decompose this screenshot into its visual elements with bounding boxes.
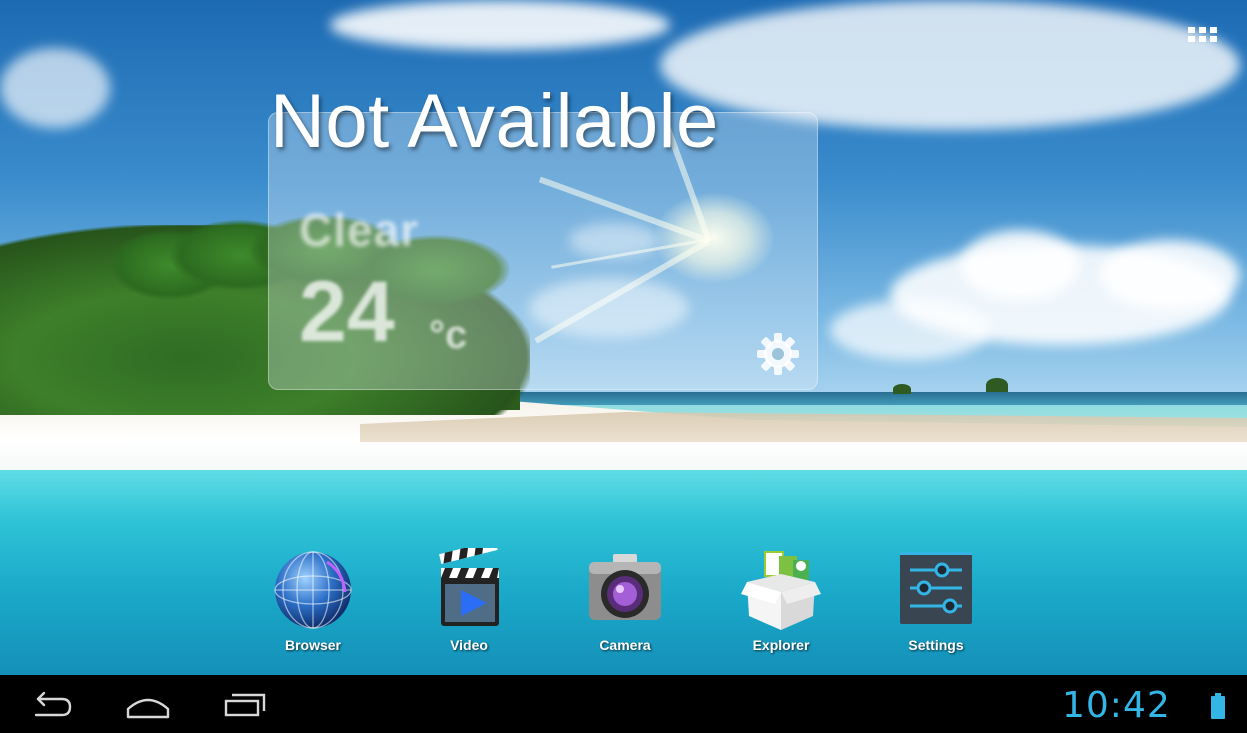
weather-location-status: Not Available [270, 79, 719, 164]
dock-label: Explorer [752, 637, 810, 653]
dock-label: Settings [908, 637, 964, 653]
dock-label: Video [450, 637, 488, 653]
clapperboard-icon [439, 548, 499, 626]
weather-unit: °c [429, 313, 468, 357]
recent-apps-icon[interactable] [218, 687, 270, 721]
sliders-icon [900, 552, 972, 624]
box-icon [741, 551, 821, 630]
dock-item-camera[interactable]: Camera [575, 548, 675, 658]
dock-item-video[interactable]: Video [419, 548, 519, 658]
dock-item-settings[interactable]: Settings [886, 548, 986, 658]
back-arrow-icon[interactable] [26, 687, 78, 721]
sun-graphic [654, 193, 774, 283]
dock-item-browser[interactable]: Browser [263, 548, 363, 658]
dock-label: Browser [284, 637, 342, 653]
dock-label: Camera [599, 637, 651, 653]
globe-icon [274, 551, 352, 629]
app-grid-icon[interactable] [1186, 26, 1220, 50]
camera-icon [589, 554, 661, 620]
gear-icon[interactable] [753, 329, 803, 379]
clock[interactable]: 10:42 [1062, 685, 1171, 726]
home-icon[interactable] [122, 687, 174, 721]
weather-condition: Clear [299, 204, 420, 256]
battery-icon[interactable] [1210, 693, 1226, 719]
weather-temperature: 24 [299, 264, 395, 360]
home-screen: Clear 24 °c Not Available Browser Video … [0, 0, 1247, 733]
system-nav-bar: 10:42 [0, 675, 1247, 733]
dock-item-explorer[interactable]: Explorer [731, 548, 831, 658]
